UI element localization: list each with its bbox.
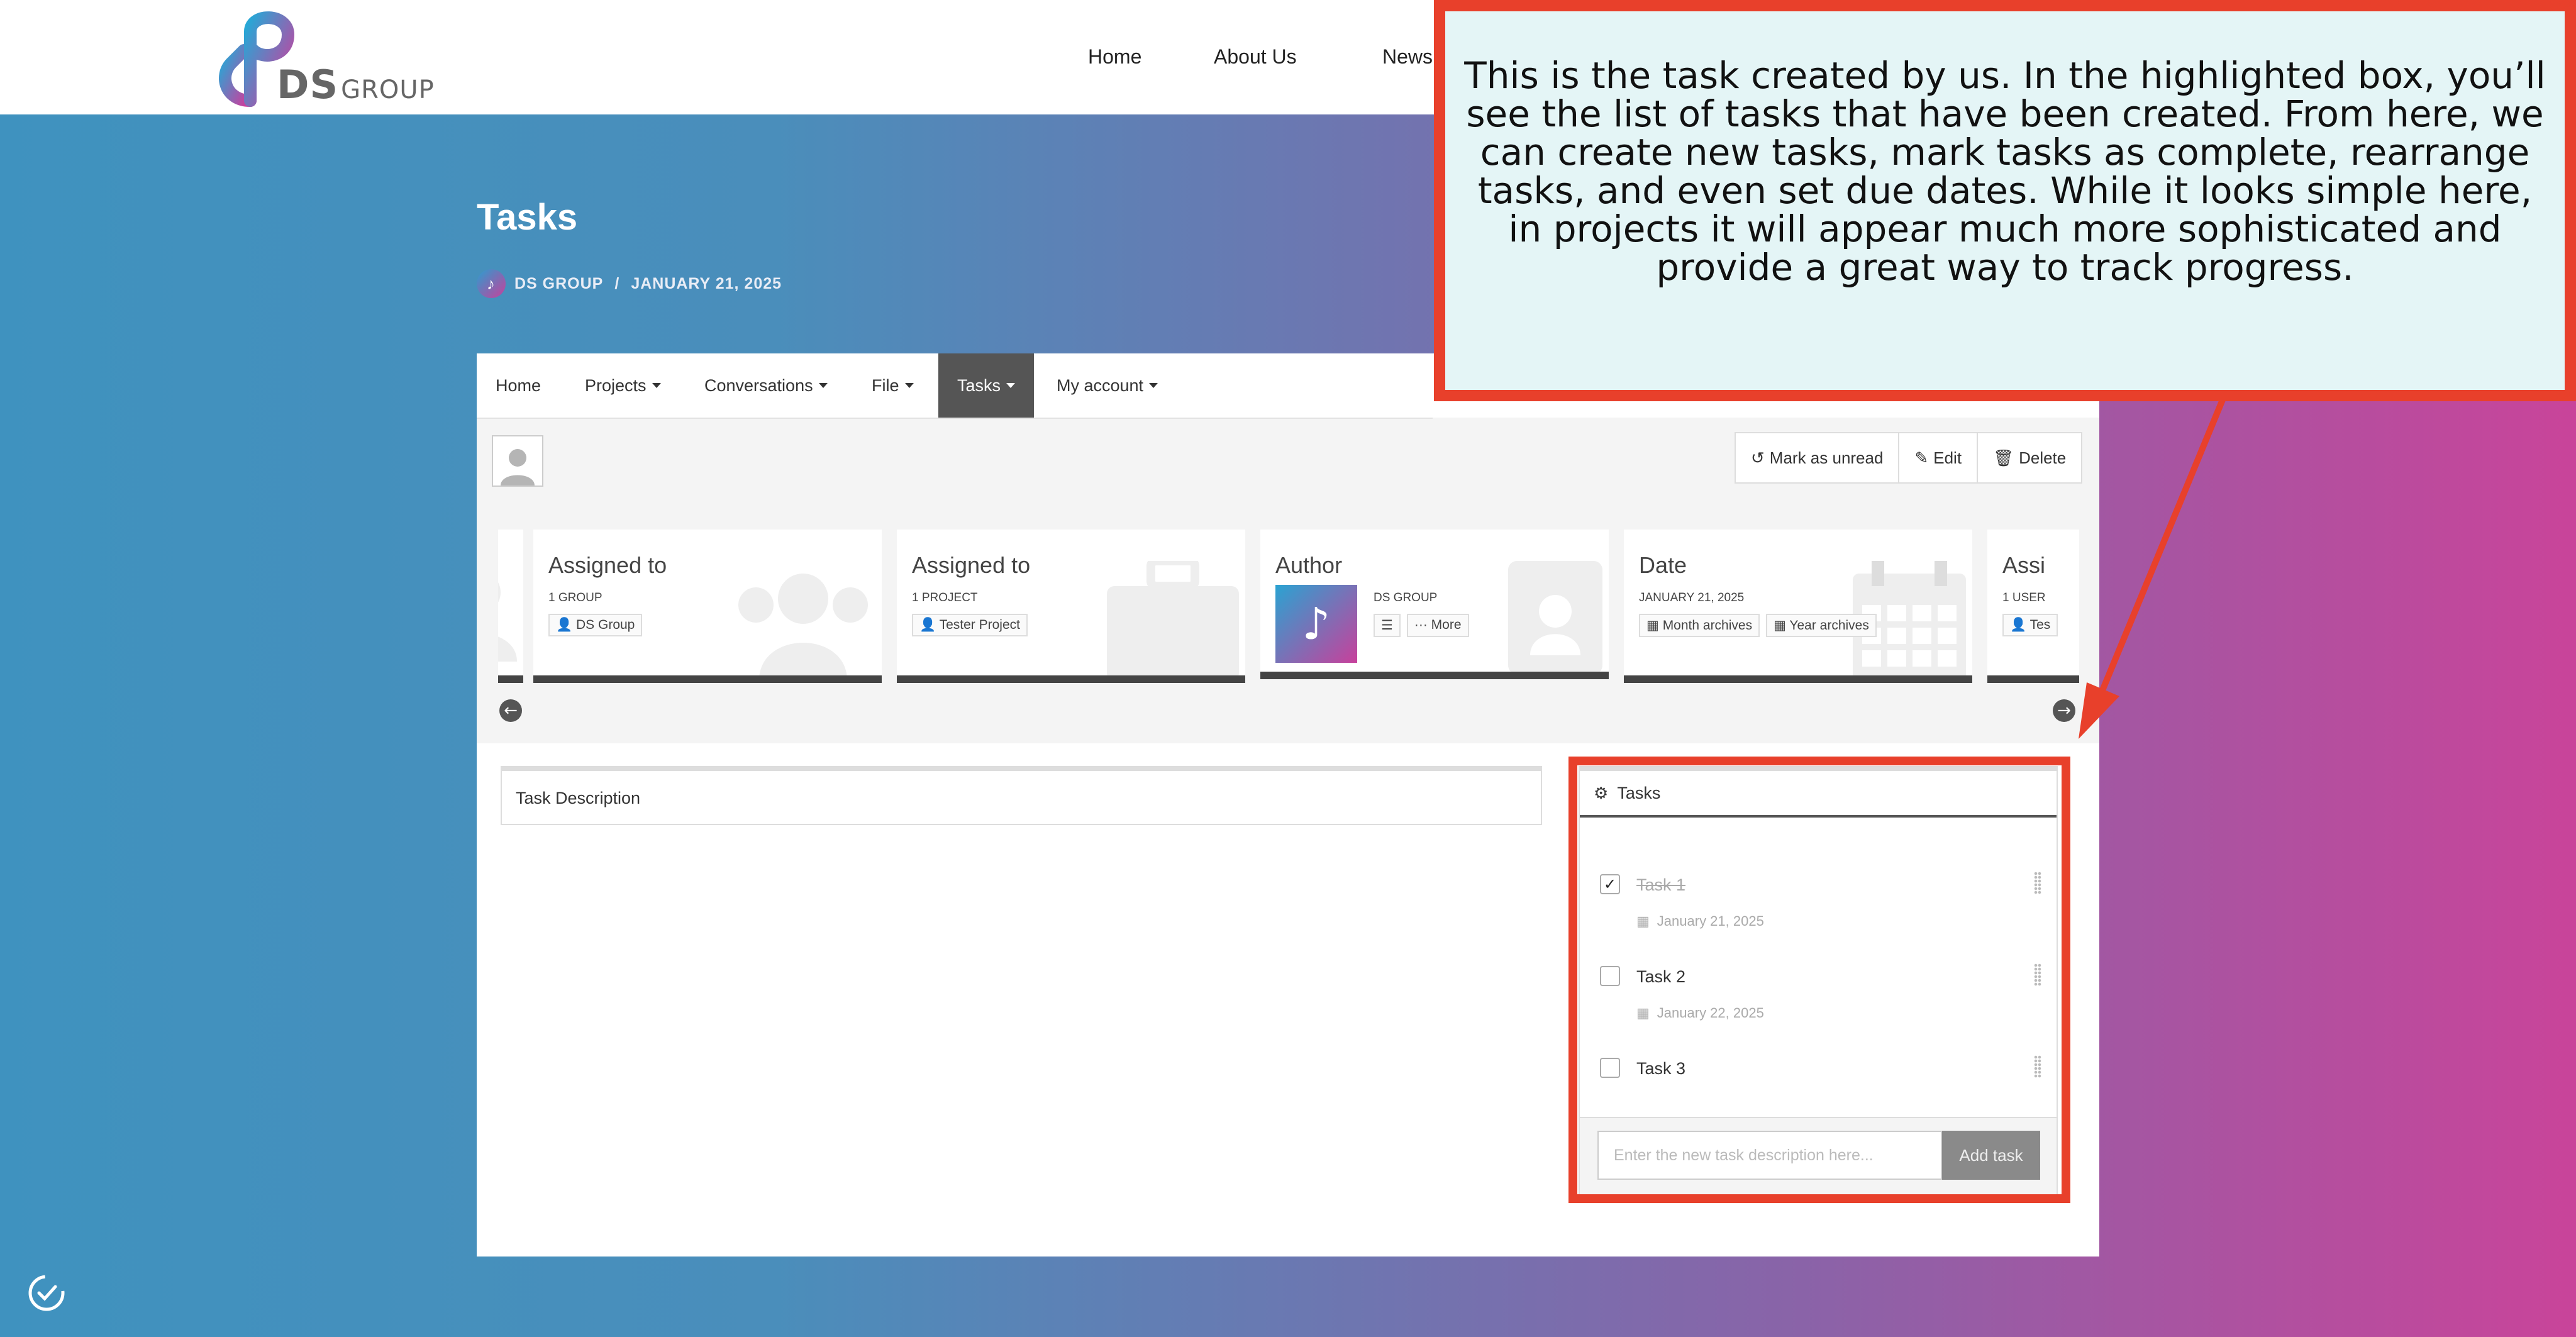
- annotation-callout: This is the task created by us. In the h…: [1434, 0, 2576, 401]
- callout-text: This is the task created by us. In the h…: [1464, 54, 2546, 289]
- cookie-settings-icon[interactable]: [25, 1272, 68, 1314]
